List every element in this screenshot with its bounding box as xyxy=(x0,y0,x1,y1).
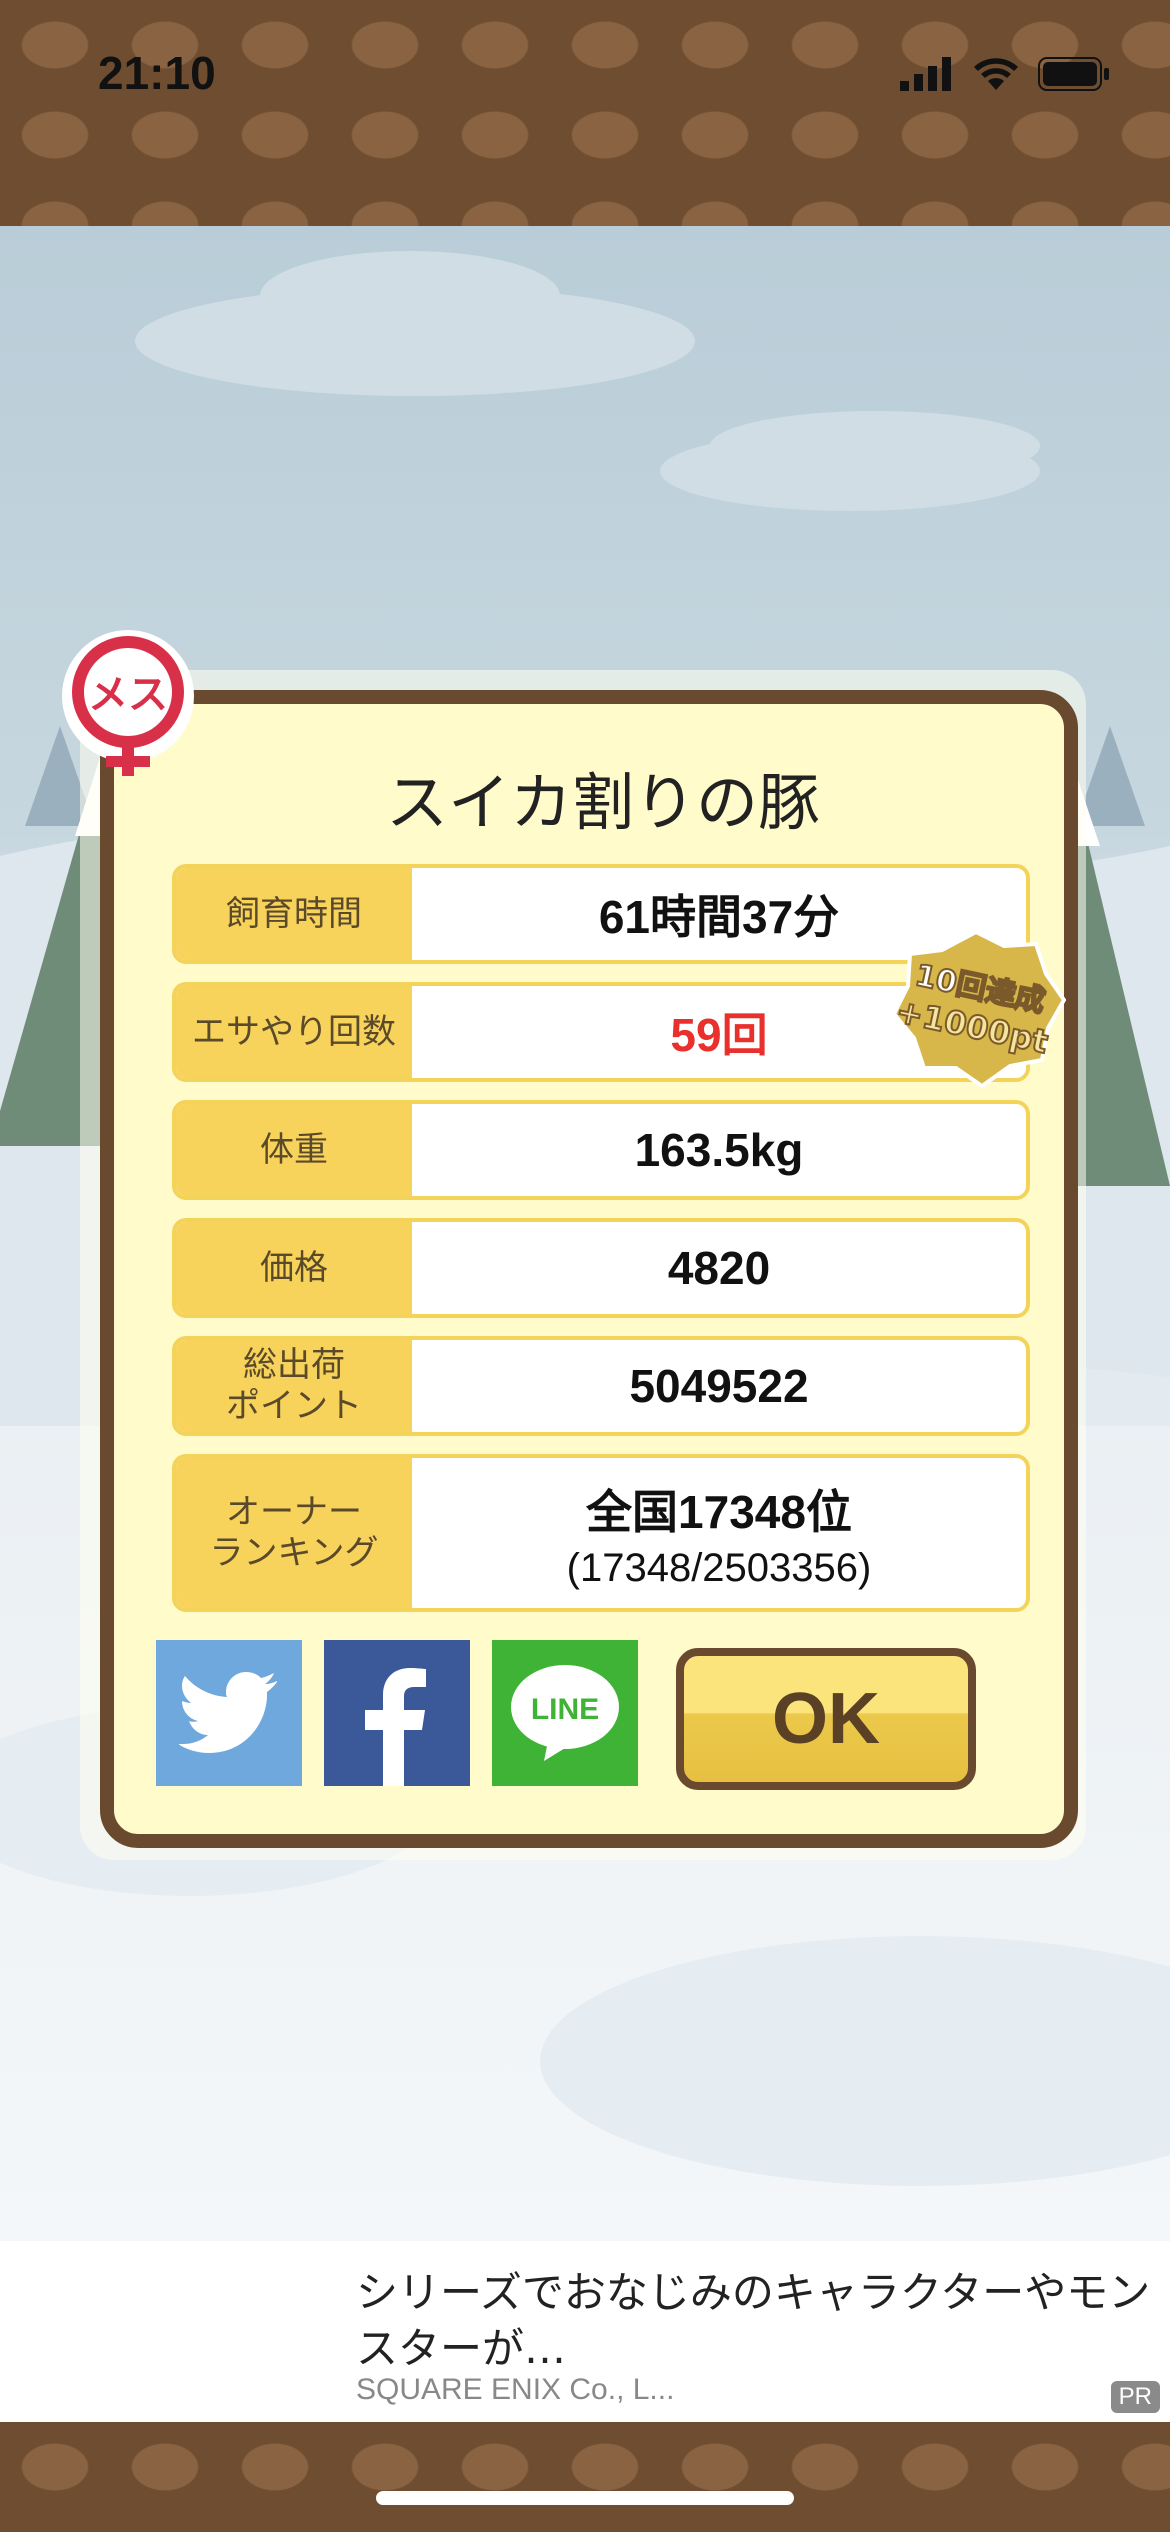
twitter-share-button[interactable] xyxy=(156,1640,302,1786)
ad-banner[interactable]: シリーズでおなじみのキャラクターやモンスターが… SQUARE ENIX Co.… xyxy=(0,2241,1170,2422)
ad-company: SQUARE ENIX Co., L... xyxy=(356,2373,675,2406)
female-label: メス xyxy=(88,672,168,718)
pr-badge: PR xyxy=(1110,2381,1160,2413)
facebook-share-button[interactable] xyxy=(324,1640,470,1786)
row-total-points: 総出荷 ポイント 5049522 xyxy=(172,1336,1030,1436)
facebook-icon xyxy=(365,1668,426,1786)
ranking-main: 全国17348位 xyxy=(586,1485,852,1538)
status-bar: 21:10 xyxy=(0,40,1170,110)
row-value: 4820 xyxy=(667,1242,771,1294)
home-indicator[interactable] xyxy=(376,2491,794,2505)
pig-result-dialog: スイカ割りの豚 飼育時間 61時間37分 エサやり回数 59回 体重 163.5… xyxy=(62,630,1086,1860)
row-weight: 体重 163.5kg xyxy=(172,1100,1030,1200)
ok-button[interactable]: OK xyxy=(676,1648,976,1790)
wifi-icon xyxy=(974,58,1018,90)
row-label: 体重 xyxy=(176,1104,412,1196)
twitter-icon xyxy=(179,1672,277,1753)
row-value: 5049522 xyxy=(629,1360,809,1412)
dialog-frame: スイカ割りの豚 飼育時間 61時間37分 エサやり回数 59回 体重 163.5… xyxy=(100,690,1078,1848)
row-label: エサやり回数 xyxy=(176,986,412,1078)
row-owner-ranking: オーナー ランキング 全国17348位 (17348/2503356) xyxy=(172,1454,1030,1612)
ad-text[interactable]: シリーズでおなじみのキャラクターやモンスターが… xyxy=(356,2265,1156,2377)
line-share-button[interactable]: LINE xyxy=(492,1640,638,1786)
row-label: 総出荷 ポイント xyxy=(176,1340,412,1432)
line-label: LINE xyxy=(531,1693,599,1726)
row-label: オーナー ランキング xyxy=(176,1458,412,1608)
row-label: 価格 xyxy=(176,1222,412,1314)
top-pattern-bar xyxy=(0,0,1170,226)
status-time: 21:10 xyxy=(98,47,216,99)
bottom-pattern-bar xyxy=(0,2422,1170,2532)
row-value: 全国17348位 (17348/2503356) xyxy=(412,1458,1026,1608)
achievement-badge: 10回達成 +1000pt xyxy=(891,929,1066,1088)
row-price: 価格 4820 xyxy=(172,1218,1030,1318)
line-icon: LINE xyxy=(511,1665,619,1761)
row-label: 飼育時間 xyxy=(176,868,412,960)
row-value: 163.5kg xyxy=(634,1124,804,1176)
ranking-sub: (17348/2503356) xyxy=(566,1545,872,1590)
female-icon: メス xyxy=(62,630,194,776)
battery-icon xyxy=(1038,57,1109,91)
signal-icon xyxy=(900,57,951,91)
dialog-title: スイカ割りの豚 xyxy=(385,766,820,839)
